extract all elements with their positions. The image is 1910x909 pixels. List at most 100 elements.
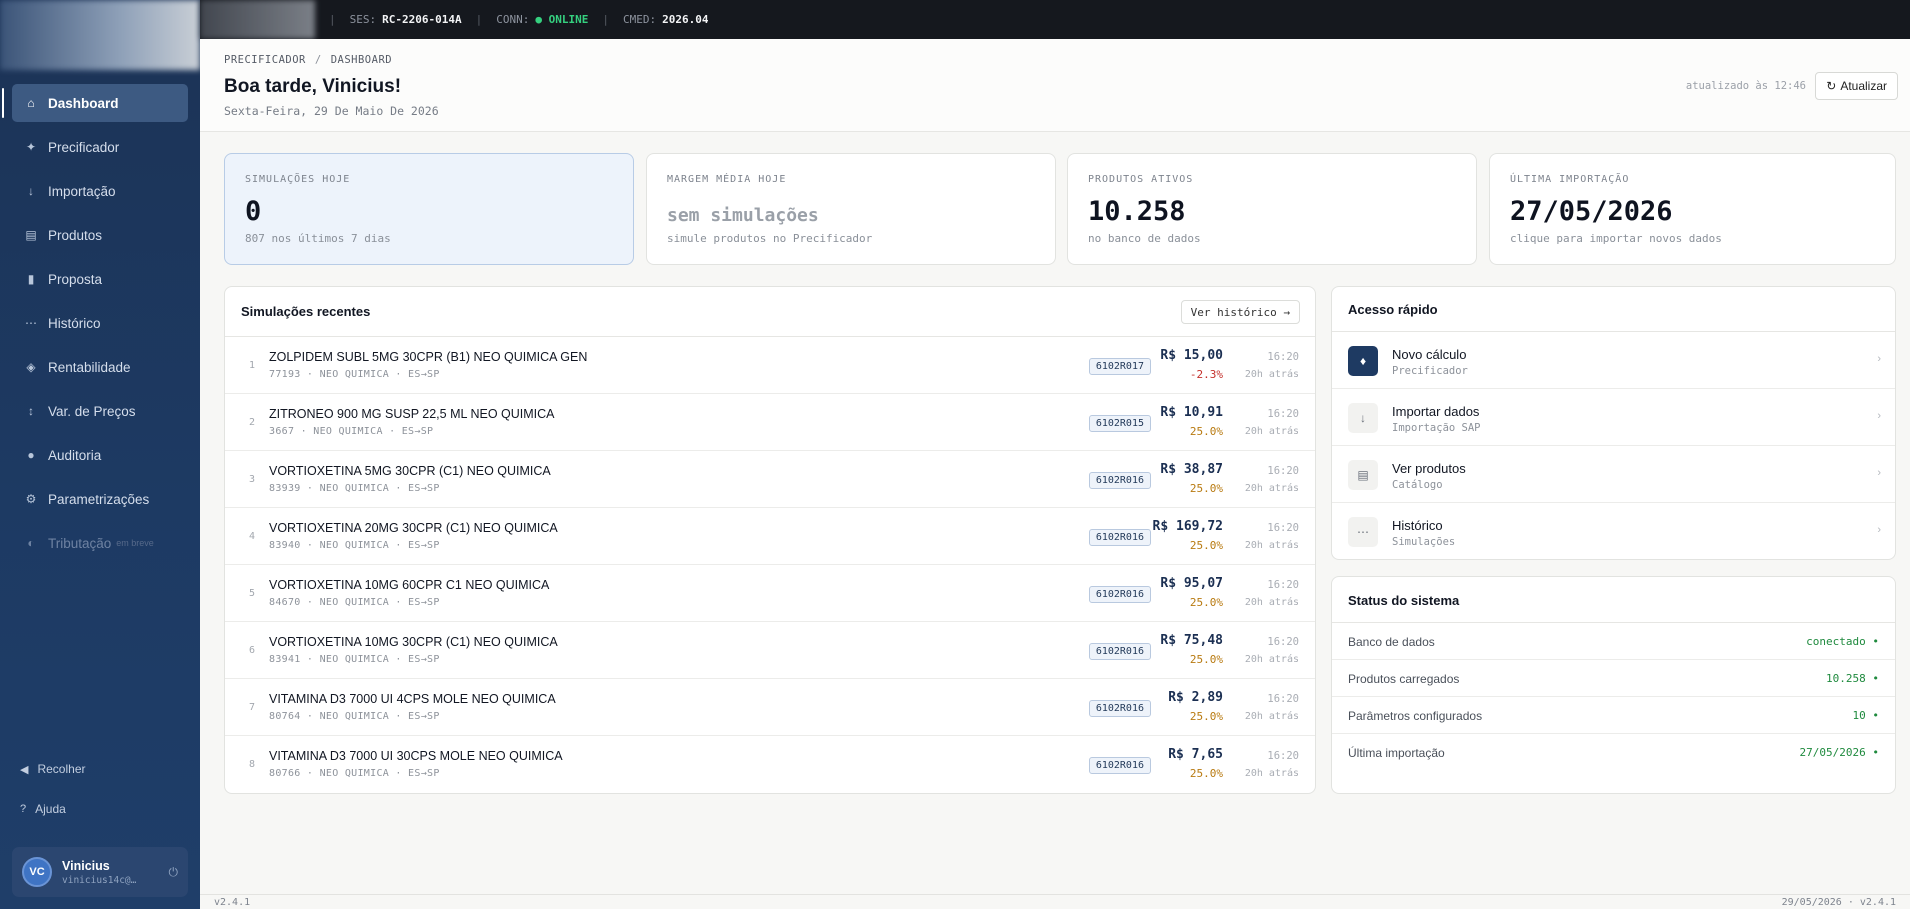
status-label: Última importação [1348,746,1445,760]
price: R$ 38,87 [1160,462,1223,477]
product-name: VORTIOXETINA 10MG 60CPR C1 NEO QUIMICA [269,578,550,592]
tax-code-badge: 6102R016 [1088,643,1151,660]
product-meta: 80764 · NEO QUIMICA · ES→SP [269,711,440,722]
panel-title: Simulações recentes [241,304,371,319]
simulation-row[interactable]: 5 VORTIOXETINA 10MG 60CPR C1 NEO QUIMICA 8… [225,565,1315,622]
sidebar-item-label: Dashboard [48,95,119,111]
stat-sub: no banco de dados [1088,232,1201,245]
tax-code-badge: 6102R016 [1088,757,1151,774]
status-value: conectado • [1806,635,1879,648]
row-index: 7 [249,702,256,713]
collapse-label: Recolher [37,762,86,776]
status-value: 10.258 • [1826,672,1879,685]
sidebar-item-label: Importação [48,183,116,199]
view-history-button[interactable]: Ver histórico → [1180,300,1300,324]
gear-icon: ⚙ [25,492,37,506]
help-button[interactable]: ? Ajuda [12,798,188,820]
sidebar-item-label: Auditoria [48,447,102,463]
sidebar-item-proposta[interactable]: ▮ Proposta [12,260,188,298]
refresh-icon: ↻ [1826,79,1837,93]
more-icon: ⋯ [1348,517,1378,547]
page-header: PRECIFICADOR / DASHBOARD Boa tarde, Vinici… [200,39,1910,132]
cmed-value: 2026.04 [662,13,709,26]
breadcrumb: PRECIFICADOR / DASHBOARD [224,54,392,66]
simulation-row[interactable]: 2 ZITRONEO 900 MG SUSP 22,5 ML NEO QUIMIC… [225,394,1315,451]
download-icon: ↓ [28,184,34,198]
status-row: Última importação 27/05/2026 • [1332,734,1895,771]
simulation-row[interactable]: 3 VORTIOXETINA 5MG 30CPR (C1) NEO QUIMICA… [225,451,1315,508]
product-name: ZOLPIDEM SUBL 5MG 30CPR (B1) NEO QUIMICA… [269,350,588,364]
sidebar-item-dashboard[interactable]: ⌂ Dashboard [12,84,188,122]
stat-card-average-margin: MARGEM MÉDIA HOJE sem simulações simule … [646,153,1056,265]
price: R$ 10,91 [1160,405,1223,420]
up-down-arrows-icon: ↕ [28,404,34,418]
time-ago: 20h atrás [1244,426,1299,437]
stat-sub: 807 nos últimos 7 dias [245,232,391,245]
status-label: Banco de dados [1348,635,1435,649]
product-name: VORTIOXETINA 20MG 30CPR (C1) NEO QUIMICA [269,521,558,535]
quick-access-subtitle: Precificador [1392,365,1468,377]
quick-access-subtitle: Importação SAP [1392,422,1481,434]
coming-soon-badge: em breve [116,538,154,548]
chevron-right-icon: › [1877,524,1881,536]
product-meta: 83941 · NEO QUIMICA · ES→SP [269,654,440,665]
margin: 25.0% [1189,425,1223,438]
user-card[interactable]: VC Vinicius vinicius14c@… ⏻ [12,847,188,897]
row-index: 8 [249,759,256,770]
sidebar-item-parametrizacoes[interactable]: ⚙ Parametrizações [12,480,188,518]
list-icon: ▤ [1348,460,1378,490]
breadcrumb-separator: / [314,54,322,66]
stat-value: 0 [245,196,262,227]
simulation-row[interactable]: 8 VITAMINA D3 7000 UI 30CPS MOLE NEO QUIM… [225,736,1315,793]
time-ago: 20h atrás [1244,483,1299,494]
page-title: Boa tarde, Vinicius! [224,76,402,97]
sidebar-item-historico[interactable]: ⋯ Histórico [12,304,188,342]
list-icon: ▤ [25,228,37,242]
product-meta: 83940 · NEO QUIMICA · ES→SP [269,540,440,551]
footer: v2.4.1 29/05/2026 · v2.4.1 [200,894,1910,909]
quick-access-item[interactable]: ♦ Novo cálculo Precificador › [1332,332,1895,389]
refresh-button[interactable]: ↻ Atualizar [1815,72,1898,100]
price: R$ 75,48 [1160,633,1223,648]
collapse-button[interactable]: ◀ Recolher [12,758,188,780]
price: R$ 7,65 [1168,747,1223,762]
product-name: VORTIOXETINA 10MG 30CPR (C1) NEO QUIMICA [269,635,558,649]
sidebar-item-auditoria[interactable]: ● Auditoria [12,436,188,474]
margin: 25.0% [1189,539,1223,552]
time-ago: 20h atrás [1244,654,1299,665]
product-name: VORTIOXETINA 5MG 30CPR (C1) NEO QUIMICA [269,464,551,478]
quick-access-item[interactable]: ⋯ Histórico Simulações › [1332,503,1895,559]
margin: 25.0% [1189,596,1223,609]
simulation-row[interactable]: 4 VORTIOXETINA 20MG 30CPR (C1) NEO QUIMIC… [225,508,1315,565]
sidebar-item-produtos[interactable]: ▤ Produtos [12,216,188,254]
stat-card-last-import[interactable]: ÚLTIMA IMPORTAÇÃO 27/05/2026 clique para… [1489,153,1896,265]
quick-access-subtitle: Simulações [1392,536,1456,548]
margin: 25.0% [1189,482,1223,495]
margin: 25.0% [1189,767,1223,780]
sidebar-item-precificador[interactable]: ✦ Precificador [12,128,188,166]
time-ago: 20h atrás [1244,768,1299,779]
time-ago: 20h atrás [1244,369,1299,380]
quick-access-item[interactable]: ▤ Ver produtos Catálogo › [1332,446,1895,503]
status-bar: | SES: RC-2206-014A | CONN: ● ONLINE | C… [200,0,1910,39]
quick-access-item[interactable]: ↓ Importar dados Importação SAP › [1332,389,1895,446]
simulation-row[interactable]: 1 ZOLPIDEM SUBL 5MG 30CPR (B1) NEO QUIMIC… [225,337,1315,394]
sidebar-item-label: Precificador [48,139,120,155]
tax-code-badge: 6102R016 [1088,472,1151,489]
sidebar-item-rentabilidade[interactable]: ◈ Rentabilidade [12,348,188,386]
simulation-row[interactable]: 7 VITAMINA D3 7000 UI 4CPS MOLE NEO QUIMI… [225,679,1315,736]
sidebar-item-importacao[interactable]: ↓ Importação [12,172,188,210]
breadcrumb-current: DASHBOARD [330,54,393,66]
row-index: 1 [249,360,256,371]
price: R$ 2,89 [1168,690,1223,705]
product-name: VITAMINA D3 7000 UI 4CPS MOLE NEO QUIMIC… [269,692,556,706]
power-icon[interactable]: ⏻ [169,865,179,880]
sidebar-item-var-precos[interactable]: ↕ Var. de Preços [12,392,188,430]
sidebar-item-label: Parametrizações [48,491,150,507]
breadcrumb-root[interactable]: PRECIFICADOR [224,54,306,66]
product-name: VITAMINA D3 7000 UI 30CPS MOLE NEO QUIMI… [269,749,563,763]
chevron-right-icon: › [1877,410,1881,422]
simulation-row[interactable]: 6 VORTIOXETINA 10MG 30CPR (C1) NEO QUIMIC… [225,622,1315,679]
version-label: v2.4.1 [214,897,251,908]
session-value: RC-2206-014A [382,13,462,26]
